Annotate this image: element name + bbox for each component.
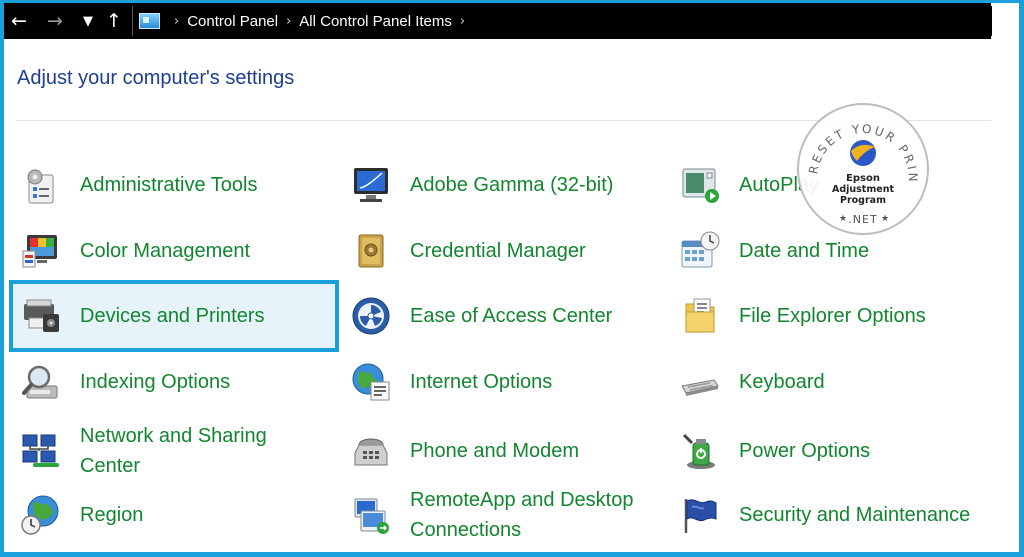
item-ease-of-access-center[interactable]: Ease of Access Center bbox=[339, 283, 669, 349]
item-label[interactable]: Ease of Access Center bbox=[410, 301, 665, 331]
item-label[interactable]: Adobe Gamma (32-bit) bbox=[410, 170, 665, 200]
autoplay-icon bbox=[682, 168, 719, 203]
page-title: Adjust your computer's settings bbox=[17, 67, 295, 89]
credential-manager-icon bbox=[358, 234, 384, 268]
item-adobe-gamma[interactable]: Adobe Gamma (32-bit) bbox=[339, 152, 669, 218]
power-options-icon bbox=[682, 433, 715, 469]
item-label[interactable]: Security and Maintenance bbox=[739, 500, 994, 530]
svg-text:★: ★ bbox=[881, 214, 889, 224]
item-security-and-maintenance[interactable]: Security and Maintenance bbox=[668, 481, 998, 549]
folder-options-icon bbox=[685, 298, 715, 333]
item-label[interactable]: Region bbox=[80, 500, 335, 530]
svg-text:.NET: .NET bbox=[848, 213, 877, 226]
item-label[interactable]: Indexing Options bbox=[80, 367, 335, 397]
item-remoteapp-and-desktop-connections[interactable]: RemoteApp and Desktop Connections bbox=[339, 481, 669, 549]
item-label[interactable]: File Explorer Options bbox=[739, 301, 994, 331]
item-credential-manager[interactable]: Credential Manager bbox=[339, 218, 669, 284]
region-icon bbox=[21, 495, 59, 535]
network-sharing-icon bbox=[22, 434, 59, 467]
svg-text:Adjustment: Adjustment bbox=[832, 184, 894, 195]
administrative-tools-icon bbox=[27, 169, 54, 204]
keyboard-icon bbox=[681, 379, 719, 396]
ease-of-access-icon bbox=[352, 297, 390, 335]
chevron-down-icon[interactable]: ▼ bbox=[78, 3, 98, 39]
phone-modem-icon bbox=[354, 438, 388, 466]
breadcrumb-separator-icon[interactable]: › bbox=[174, 14, 179, 29]
item-keyboard[interactable]: Keyboard bbox=[668, 349, 998, 415]
remoteapp-icon bbox=[354, 498, 389, 534]
item-file-explorer-options[interactable]: File Explorer Options bbox=[668, 283, 998, 349]
item-indexing-options[interactable]: Indexing Options bbox=[9, 349, 339, 415]
item-label[interactable]: Color Management bbox=[80, 236, 335, 266]
item-network-and-sharing-center[interactable]: Network and Sharing Center bbox=[9, 418, 339, 484]
svg-text:★: ★ bbox=[839, 214, 847, 224]
item-label[interactable]: Administrative Tools bbox=[80, 170, 335, 200]
item-label[interactable]: Credential Manager bbox=[410, 236, 665, 266]
item-region[interactable]: Region bbox=[9, 481, 339, 549]
item-label[interactable]: Phone and Modem bbox=[410, 436, 665, 466]
date-time-icon bbox=[681, 231, 720, 268]
breadcrumb-control-panel[interactable]: Control Panel bbox=[187, 13, 278, 30]
item-label[interactable]: Network and Sharing Center bbox=[80, 421, 320, 481]
navigation-bar: ← → ▼ ↑ › Control Panel › All Control Pa… bbox=[4, 3, 992, 39]
item-label[interactable]: RemoteApp and Desktop Connections bbox=[410, 485, 660, 545]
svg-text:Program: Program bbox=[840, 195, 886, 206]
breadcrumb-all-items[interactable]: All Control Panel Items bbox=[299, 13, 452, 30]
control-panel-icon bbox=[139, 13, 160, 29]
item-power-options[interactable]: Power Options bbox=[668, 418, 998, 484]
address-bar[interactable]: › Control Panel › All Control Panel Item… bbox=[132, 6, 992, 36]
watermark-seal: RESET YOUR PRINTER Epson Adjustment Prog… bbox=[797, 103, 929, 235]
item-label[interactable]: Date and Time bbox=[739, 236, 994, 266]
item-administrative-tools[interactable]: Administrative Tools bbox=[9, 152, 339, 218]
item-label[interactable]: Keyboard bbox=[739, 367, 994, 397]
security-maintenance-icon bbox=[684, 499, 717, 533]
item-internet-options[interactable]: Internet Options bbox=[339, 349, 669, 415]
item-color-management[interactable]: Color Management bbox=[9, 218, 339, 284]
item-phone-and-modem[interactable]: Phone and Modem bbox=[339, 418, 669, 484]
item-label[interactable]: Internet Options bbox=[410, 367, 665, 397]
breadcrumb-separator-icon[interactable]: › bbox=[286, 14, 291, 29]
item-label[interactable]: Power Options bbox=[739, 436, 994, 466]
internet-options-icon bbox=[352, 363, 390, 401]
arrow-left-icon[interactable]: ← bbox=[6, 3, 32, 39]
breadcrumb-separator-icon[interactable]: › bbox=[460, 14, 465, 29]
item-label[interactable]: Devices and Printers bbox=[80, 301, 335, 331]
watermark-logo-icon: RESET YOUR PRINTER Epson Adjustment Prog… bbox=[799, 105, 918, 226]
arrow-right-icon[interactable]: → bbox=[42, 3, 68, 39]
indexing-options-icon bbox=[22, 365, 58, 399]
control-panel-window: ← → ▼ ↑ › Control Panel › All Control Pa… bbox=[4, 3, 1019, 552]
adobe-gamma-icon bbox=[354, 168, 388, 202]
color-management-icon bbox=[22, 235, 57, 268]
devices-printers-icon bbox=[24, 299, 59, 332]
arrow-up-icon[interactable]: ↑ bbox=[102, 3, 126, 39]
svg-text:Epson: Epson bbox=[846, 173, 880, 184]
item-devices-and-printers[interactable]: Devices and Printers bbox=[9, 280, 339, 352]
